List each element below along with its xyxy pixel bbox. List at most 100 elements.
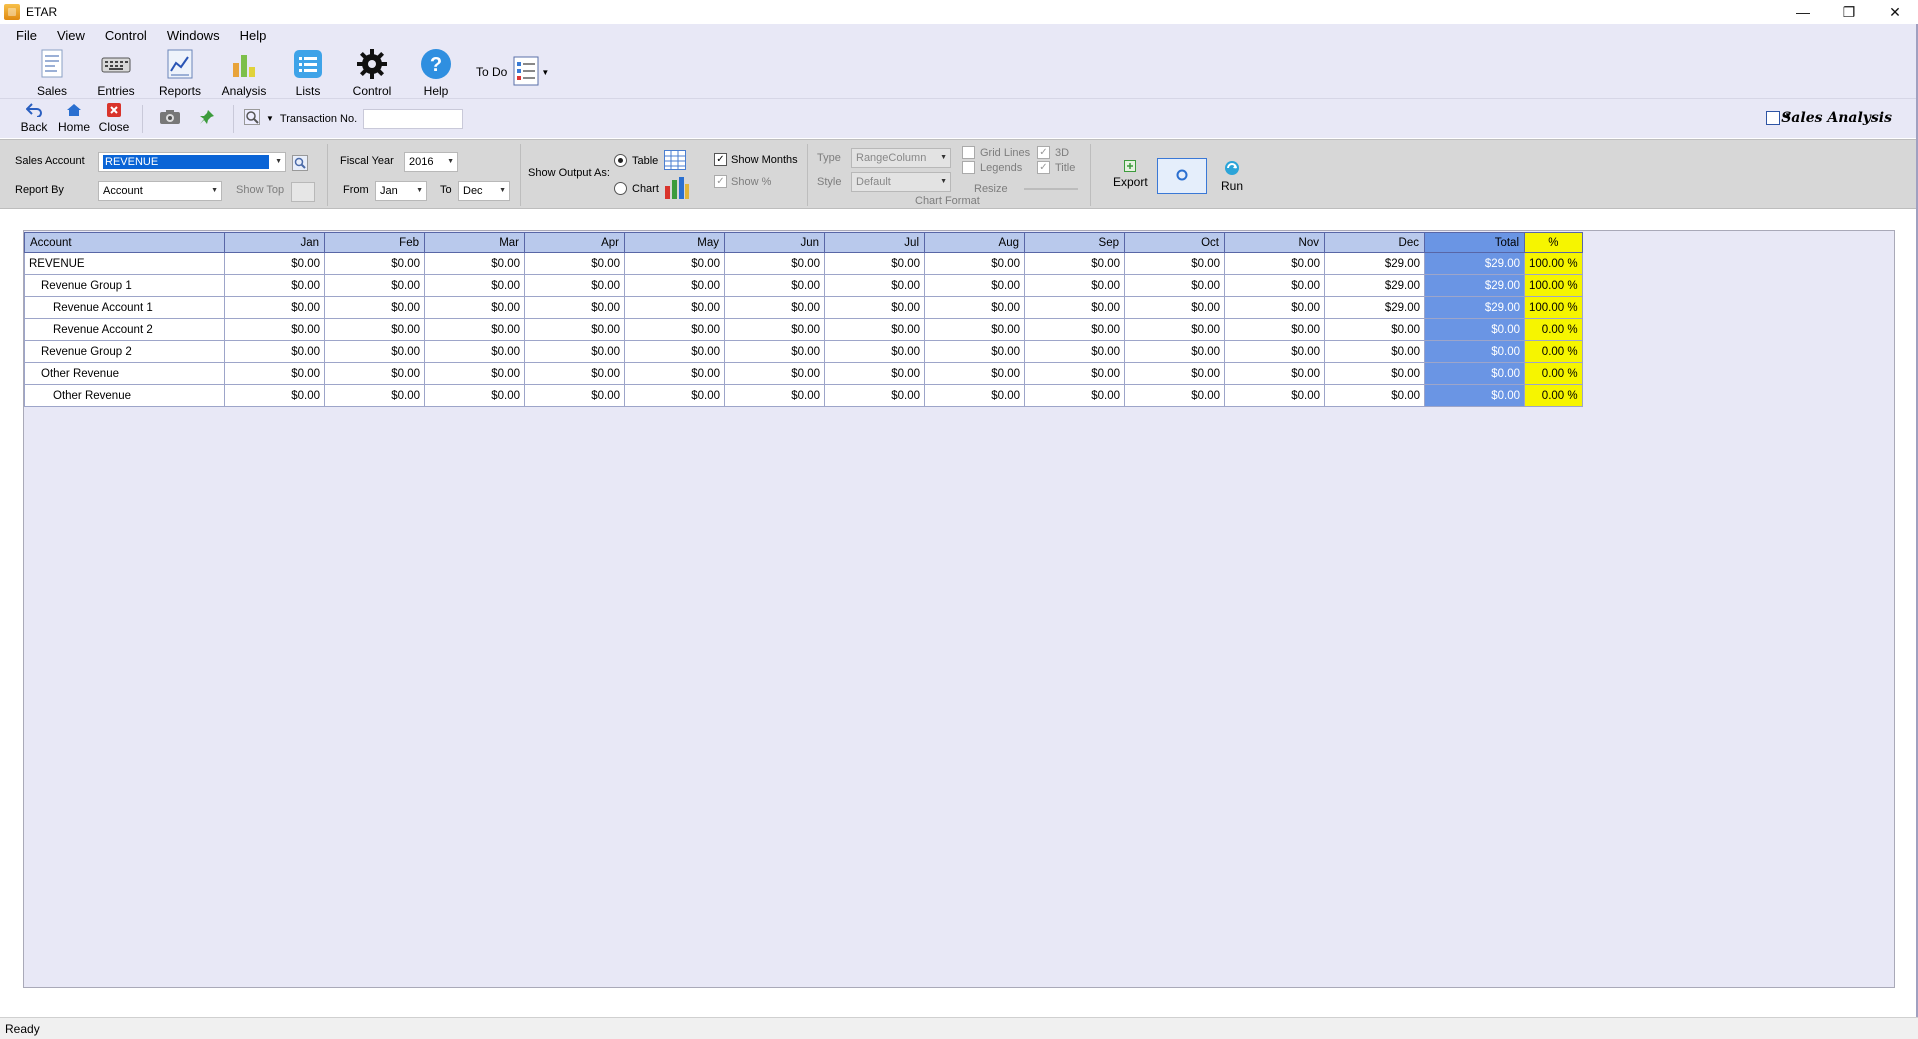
menu-view[interactable]: View	[47, 28, 95, 43]
month-value-cell[interactable]: $0.00	[724, 252, 825, 275]
percent-cell[interactable]: 100.00 %	[1524, 252, 1583, 275]
month-value-cell[interactable]: $0.00	[424, 252, 525, 275]
column-header-account[interactable]: Account	[24, 232, 225, 253]
total-cell[interactable]: $0.00	[1424, 340, 1525, 363]
lookup-icon[interactable]	[292, 155, 308, 174]
month-value-cell[interactable]: $0.00	[324, 318, 425, 341]
month-value-cell[interactable]: $0.00	[1024, 296, 1125, 319]
month-value-cell[interactable]: $0.00	[524, 340, 625, 363]
total-cell[interactable]: $0.00	[1424, 384, 1525, 407]
month-value-cell[interactable]: $0.00	[1024, 274, 1125, 297]
column-header-mar[interactable]: Mar	[424, 232, 525, 253]
month-value-cell[interactable]: $0.00	[224, 274, 325, 297]
month-value-cell[interactable]: $0.00	[924, 252, 1025, 275]
month-value-cell[interactable]: $0.00	[524, 384, 625, 407]
month-value-cell[interactable]: $0.00	[724, 340, 825, 363]
month-value-cell[interactable]: $29.00	[1324, 252, 1425, 275]
month-value-cell[interactable]: $0.00	[1124, 296, 1225, 319]
transaction-no-input[interactable]	[363, 108, 464, 129]
percent-cell[interactable]: 0.00 %	[1524, 340, 1583, 363]
month-value-cell[interactable]: $0.00	[424, 340, 525, 363]
back-button[interactable]: Back	[14, 100, 54, 138]
month-value-cell[interactable]: $0.00	[1224, 274, 1325, 297]
month-value-cell[interactable]: $0.00	[824, 296, 925, 319]
month-value-cell[interactable]: $0.00	[1124, 384, 1225, 407]
account-cell[interactable]: Other Revenue	[24, 362, 225, 385]
minimize-button[interactable]: —	[1780, 0, 1826, 24]
month-value-cell[interactable]: $0.00	[224, 252, 325, 275]
month-value-cell[interactable]: $0.00	[724, 362, 825, 385]
month-value-cell[interactable]: $0.00	[524, 296, 625, 319]
from-month-combo[interactable]: Jan ▼	[375, 181, 427, 201]
table-row[interactable]: Revenue Account 1 $0.00 $0.00 $0.00 $0.00 $0.…	[24, 296, 1583, 319]
report-by-combo[interactable]: Account ▼	[98, 181, 222, 201]
home-button[interactable]: Home	[54, 100, 94, 138]
view-switch-icon[interactable]	[1766, 111, 1780, 125]
fiscal-year-combo[interactable]: 2016 ▼	[404, 152, 458, 172]
month-value-cell[interactable]: $0.00	[724, 296, 825, 319]
table-radio[interactable]	[614, 154, 627, 167]
total-cell[interactable]: $29.00	[1424, 274, 1525, 297]
month-value-cell[interactable]: $0.00	[1024, 340, 1125, 363]
month-value-cell[interactable]: $0.00	[924, 296, 1025, 319]
chart-type-combo[interactable]: RangeColumn ▼	[851, 148, 951, 168]
month-value-cell[interactable]: $0.00	[824, 384, 925, 407]
month-value-cell[interactable]: $0.00	[1224, 384, 1325, 407]
close-button[interactable]: Close	[94, 100, 134, 138]
month-value-cell[interactable]: $0.00	[1124, 274, 1225, 297]
month-value-cell[interactable]: $0.00	[924, 318, 1025, 341]
table-row[interactable]: Other Revenue $0.00 $0.00 $0.00 $0.00 $0.00 $0…	[24, 362, 1583, 385]
month-value-cell[interactable]: $0.00	[1324, 362, 1425, 385]
month-value-cell[interactable]: $0.00	[1024, 384, 1125, 407]
column-header-jun[interactable]: Jun	[724, 232, 825, 253]
close-window-button[interactable]: ✕	[1872, 0, 1918, 24]
column-header-may[interactable]: May	[624, 232, 725, 253]
export-button[interactable]: Export	[1113, 160, 1148, 189]
month-value-cell[interactable]: $0.00	[824, 362, 925, 385]
run-button[interactable]: Run	[1221, 160, 1243, 193]
month-value-cell[interactable]: $0.00	[1024, 318, 1125, 341]
month-value-cell[interactable]: $0.00	[724, 274, 825, 297]
table-row[interactable]: Revenue Account 2 $0.00 $0.00 $0.00 $0.00 $0.…	[24, 318, 1583, 341]
month-value-cell[interactable]: $0.00	[624, 274, 725, 297]
account-cell[interactable]: Revenue Account 2	[24, 318, 225, 341]
month-value-cell[interactable]: $0.00	[924, 384, 1025, 407]
month-value-cell[interactable]: $0.00	[224, 362, 325, 385]
month-value-cell[interactable]: $0.00	[224, 384, 325, 407]
legends-checkbox[interactable]	[962, 161, 975, 174]
column-header-jul[interactable]: Jul	[824, 232, 925, 253]
sales-account-combo[interactable]: REVENUE ▼	[98, 152, 286, 172]
column-header-dec[interactable]: Dec	[1324, 232, 1425, 253]
column-header-feb[interactable]: Feb	[324, 232, 425, 253]
month-value-cell[interactable]: $0.00	[524, 274, 625, 297]
month-value-cell[interactable]: $0.00	[1324, 384, 1425, 407]
month-value-cell[interactable]: $0.00	[1124, 318, 1225, 341]
month-value-cell[interactable]: $0.00	[724, 318, 825, 341]
pin-icon[interactable]	[199, 109, 215, 128]
month-value-cell[interactable]: $0.00	[224, 296, 325, 319]
total-cell[interactable]: $0.00	[1424, 318, 1525, 341]
month-value-cell[interactable]: $0.00	[424, 362, 525, 385]
column-header-aug[interactable]: Aug	[924, 232, 1025, 253]
account-cell[interactable]: Revenue Group 2	[24, 340, 225, 363]
month-value-cell[interactable]: $0.00	[324, 384, 425, 407]
month-value-cell[interactable]: $0.00	[224, 318, 325, 341]
month-value-cell[interactable]: $0.00	[324, 274, 425, 297]
percent-cell[interactable]: 100.00 %	[1524, 296, 1583, 319]
column-header-jan[interactable]: Jan	[224, 232, 325, 253]
month-value-cell[interactable]: $29.00	[1324, 296, 1425, 319]
control-button[interactable]: Control	[340, 46, 404, 98]
month-value-cell[interactable]: $0.00	[624, 252, 725, 275]
entries-button[interactable]: Entries	[84, 46, 148, 98]
month-value-cell[interactable]: $0.00	[324, 252, 425, 275]
help-button[interactable]: ? Help	[404, 46, 468, 98]
column-header-nov[interactable]: Nov	[1224, 232, 1325, 253]
total-cell[interactable]: $29.00	[1424, 296, 1525, 319]
search-dropdown-arrow-icon[interactable]: ▼	[266, 114, 274, 123]
month-value-cell[interactable]: $0.00	[824, 340, 925, 363]
month-value-cell[interactable]: $0.00	[624, 296, 725, 319]
menu-control[interactable]: Control	[95, 28, 157, 43]
month-value-cell[interactable]: $0.00	[1124, 340, 1225, 363]
month-value-cell[interactable]: $0.00	[524, 362, 625, 385]
month-value-cell[interactable]: $0.00	[324, 340, 425, 363]
